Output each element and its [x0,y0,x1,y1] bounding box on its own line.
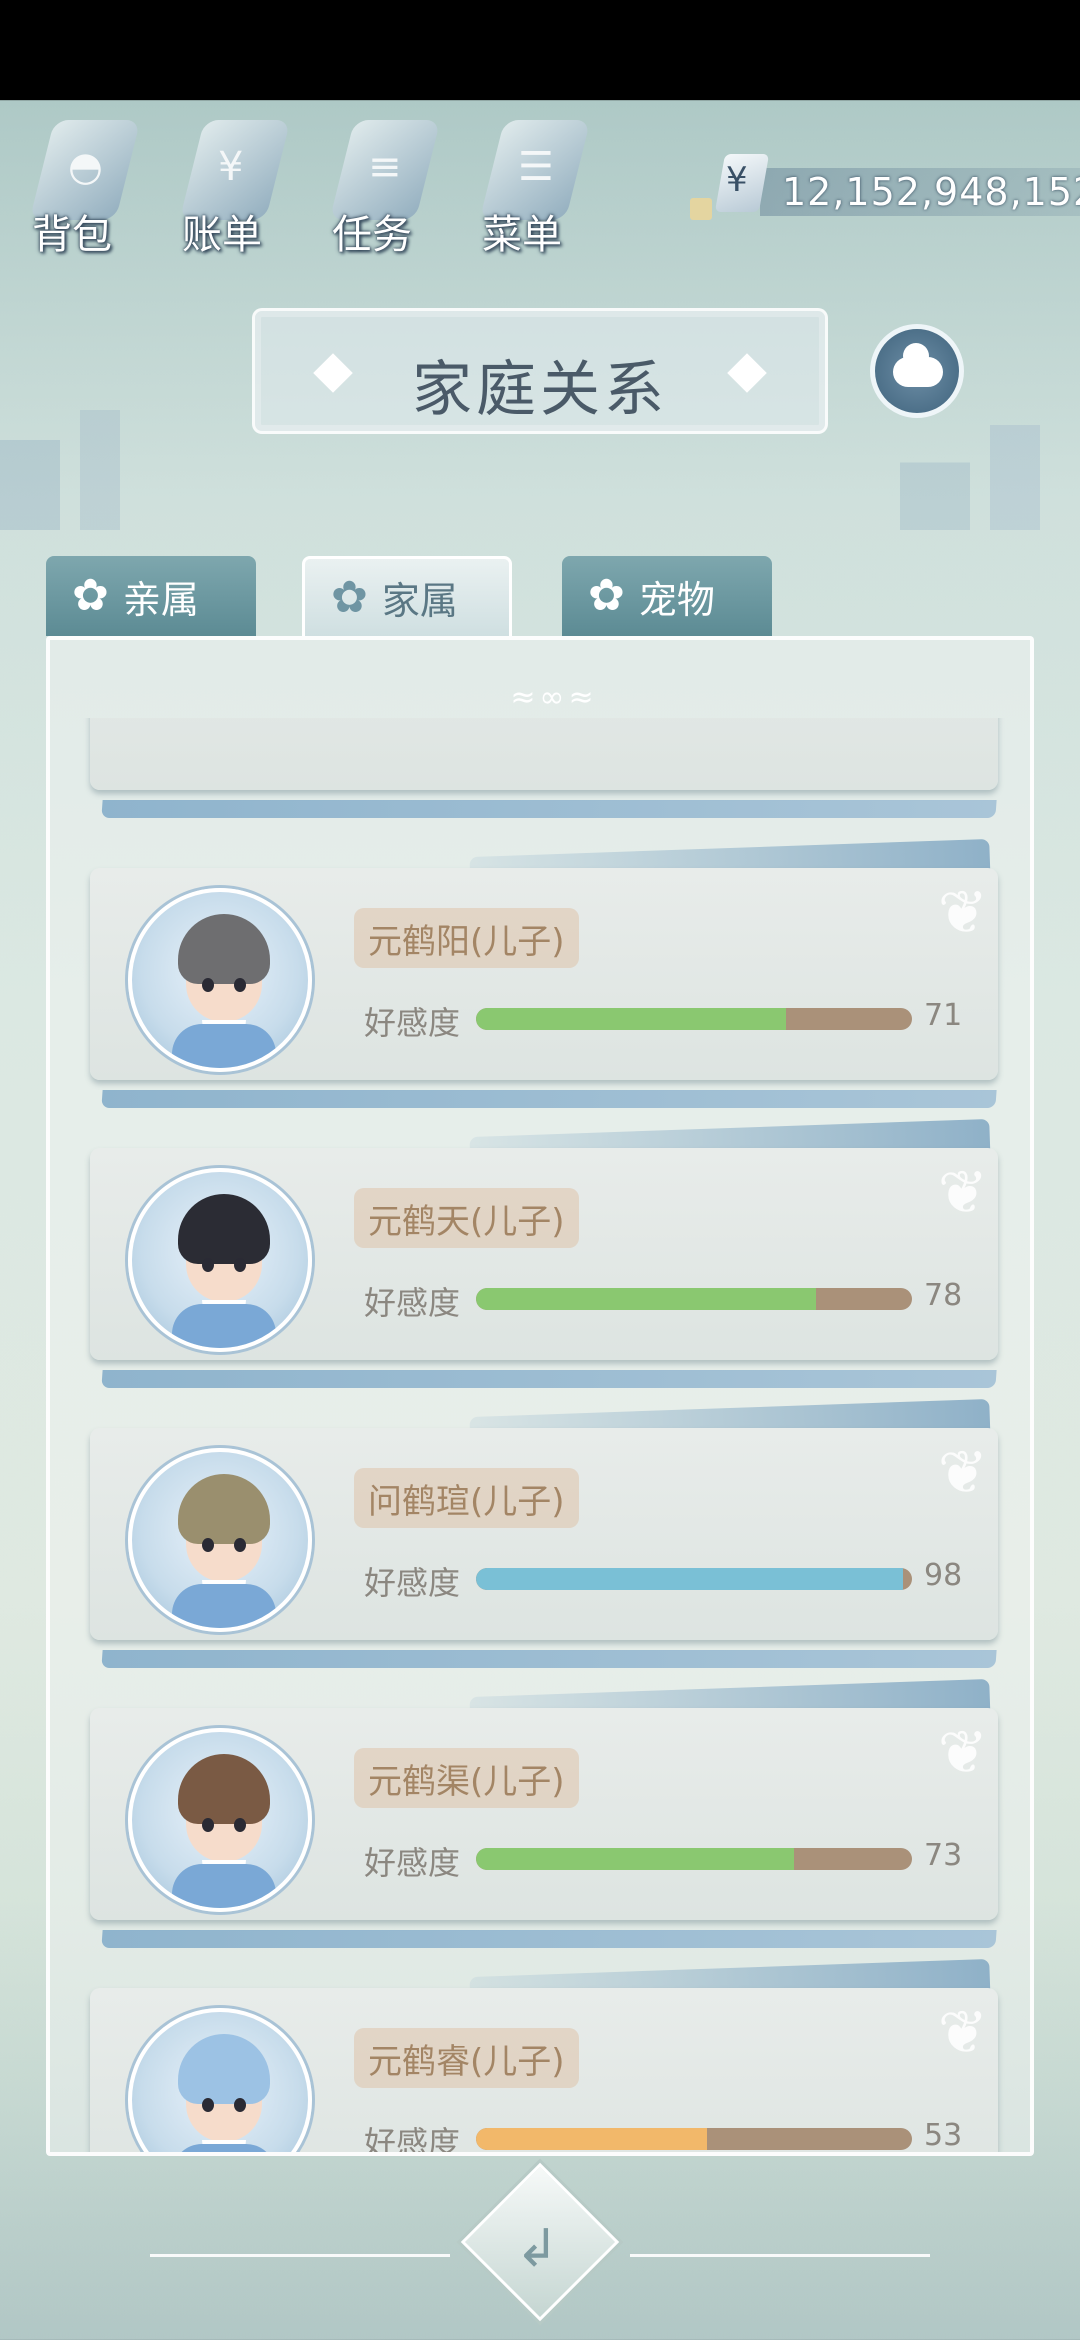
affinity-value: 53 [924,2118,963,2153]
vine-ornament-icon: ❦ [937,1998,988,2068]
tab-family[interactable]: ✿ 家属 [302,556,512,636]
affinity-value: 71 [924,998,963,1033]
task-label: 任务 [332,212,412,258]
bill-button[interactable]: ¥ 账单 [170,110,291,260]
currency-display: ¥ 12,152,948,152 [690,154,1080,220]
member-card-partial [90,718,1004,818]
menu-button[interactable]: ☰ 菜单 [470,110,591,260]
member-name: 元鹤天(儿子) [368,1201,565,1242]
flower-icon: ✿ [588,570,625,621]
affinity-value: 98 [924,1558,963,1593]
member-name: 问鹤瑄(儿子) [368,1481,565,1522]
member-card[interactable]: ❦ 元鹤阳(儿子) 好感度 71 [90,838,1004,1108]
money-amount: 12,152,948,152 [782,170,1080,214]
avatar [128,1728,312,1912]
affinity-bar [476,1568,912,1590]
avatar [128,888,312,1072]
task-button[interactable]: ≡ 任务 [320,110,441,260]
member-name: 元鹤睿(儿子) [368,2041,565,2082]
vine-ornament-icon: ❦ [937,878,988,948]
affinity-value: 78 [924,1278,963,1313]
affinity-label: 好感度 [364,1564,461,1602]
menu-label: 菜单 [482,212,562,258]
bag-button[interactable]: ◓ 背包 [20,110,141,260]
avatar [128,1448,312,1632]
status-bar [0,0,1080,100]
top-toolbar: ◓ 背包 ¥ 账单 ≡ 任务 ☰ 菜单 [20,110,591,260]
return-arrow-icon: ↲ [515,2218,559,2279]
affinity-label: 好感度 [364,1284,461,1322]
affinity-label: 好感度 [364,1844,461,1882]
member-name: 元鹤阳(儿子) [368,921,565,962]
avatar [128,2008,312,2152]
member-card[interactable]: ❦ 元鹤渠(儿子) 好感度 73 [90,1678,1004,1948]
member-card[interactable]: ❦ 元鹤睿(儿子) 好感度 53 [90,1958,1004,2156]
cloud-icon [893,343,943,387]
member-card[interactable]: ❦ 元鹤天(儿子) 好感度 78 [90,1118,1004,1388]
affinity-value: 73 [924,1838,963,1873]
coin-icon [690,198,712,220]
vine-ornament-icon: ❦ [937,1438,988,1508]
bill-label: 账单 [182,212,262,258]
page-title-plate: 家庭关系 [252,308,828,434]
member-name: 元鹤渠(儿子) [368,1761,565,1802]
affinity-label: 好感度 [364,2124,461,2156]
cloud-tree-button[interactable] [870,324,964,418]
affinity-label: 好感度 [364,1004,461,1042]
member-card[interactable]: ❦ 问鹤瑄(儿子) 好感度 98 [90,1398,1004,1668]
tab-relatives[interactable]: ✿ 亲属 [46,556,256,636]
avatar [128,1168,312,1352]
divider [630,2254,930,2257]
scroll-ornament-icon: ≈∞≈ [510,680,598,715]
affinity-bar [476,1008,912,1030]
family-list-panel[interactable]: ≈∞≈ ❦ 元鹤阳(儿子) 好感度 71 ❦ 元鹤天(儿子) 好感度 78 ❦ … [46,636,1034,2156]
member-list[interactable]: ❦ 元鹤阳(儿子) 好感度 71 ❦ 元鹤天(儿子) 好感度 78 ❦ 问鹤瑄(… [50,718,1030,2156]
affinity-bar [476,2128,912,2150]
vine-ornament-icon: ❦ [937,1158,988,1228]
bag-label: 背包 [32,212,112,258]
divider [150,2254,450,2257]
flower-icon: ✿ [72,570,109,621]
tab-pets[interactable]: ✿ 宠物 [562,556,772,636]
affinity-bar [476,1288,912,1310]
flower-icon: ✿ [331,571,368,623]
vine-ornament-icon: ❦ [937,1718,988,1788]
affinity-bar [476,1848,912,1870]
